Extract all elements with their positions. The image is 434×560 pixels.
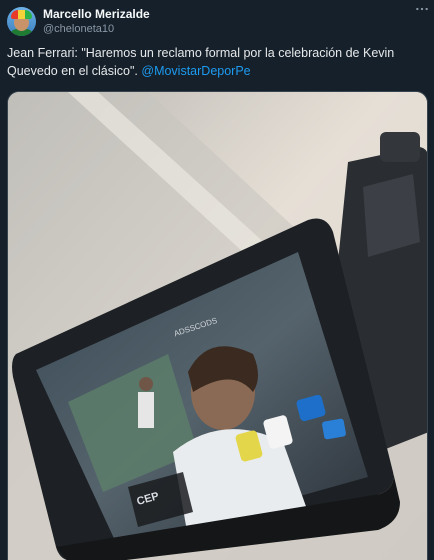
author-name[interactable]: Marcello Merizalde — [43, 7, 150, 21]
more-horizontal-icon — [416, 7, 428, 11]
tweet-media-video[interactable]: CEP ADSSCODS — [7, 91, 428, 560]
media-scene: CEP ADSSCODS — [8, 92, 427, 560]
mention-link[interactable]: @MovistarDeporPe — [141, 64, 250, 78]
more-options-button[interactable] — [412, 2, 432, 22]
tweet-card[interactable]: Marcello Merizalde @cheloneta10 Jean Fer… — [0, 0, 434, 560]
author-avatar[interactable] — [7, 7, 36, 36]
author-handle[interactable]: @cheloneta10 — [43, 23, 114, 35]
tweet-text: Jean Ferrari: "Haremos un reclamo formal… — [7, 44, 427, 80]
